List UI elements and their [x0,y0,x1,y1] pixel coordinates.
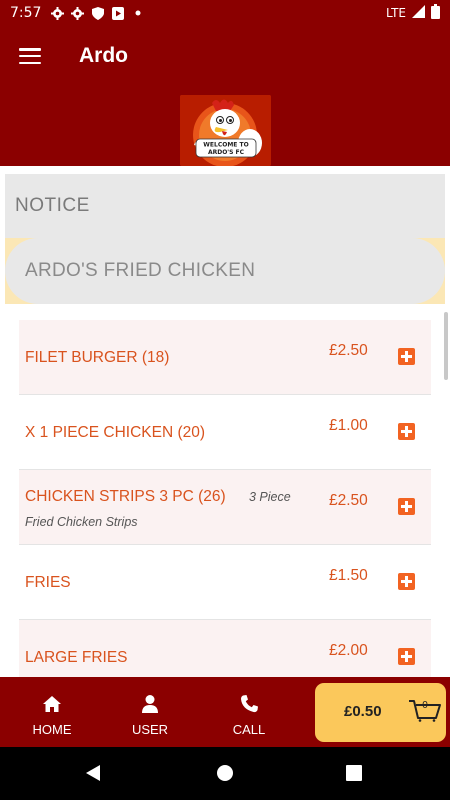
menu-item-description: Fried Chicken Strips [25,515,138,529]
logo-band: WELCOME TO ARDO'S FC [0,86,450,166]
menu-item-price: £2.50 [329,492,368,509]
hamburger-menu-button[interactable] [0,26,60,86]
nav-home-label: HOME [32,722,72,737]
gear-icon [71,6,85,20]
notice-section: NOTICE [5,174,445,238]
cart-button[interactable]: £0.50 0 [315,683,446,742]
status-time: 7:57 [10,5,42,21]
add-to-cart-button[interactable] [398,498,415,515]
menu-item-price: £1.50 [329,567,368,584]
signal-icon [412,5,425,21]
recents-icon[interactable] [342,761,366,785]
cart-count: 0 [422,700,428,711]
menu-item-name: FILET BURGER (18) [25,349,170,366]
app-title: Ardo [79,44,128,67]
banner-pill: ARDO'S FRIED CHICKEN [5,238,445,304]
hamburger-menu-icon [19,48,41,64]
system-nav-bar [0,747,450,800]
add-to-cart-button[interactable] [398,648,415,665]
home-icon [42,694,62,714]
phone-icon [239,694,259,714]
add-to-cart-button[interactable] [398,348,415,365]
battery-icon [431,4,440,22]
menu-item-name: X 1 PIECE CHICKEN (20) [25,424,206,441]
menu-item-name: CHICKEN STRIPS 3 PC (26) [25,488,226,505]
nav-user[interactable]: USER [110,677,190,747]
banner-text: ARDO'S FRIED CHICKEN [25,260,256,281]
add-to-cart-button[interactable] [398,573,415,590]
nav-home[interactable]: HOME [12,677,92,747]
menu-item-name: LARGE FRIES [25,649,128,666]
menu-item-quantity: 3 Piece [249,490,291,504]
menu-item[interactable]: X 1 PIECE CHICKEN (20) £1.00 [19,395,431,470]
network-type: LTE [386,6,406,20]
restaurant-banner: ARDO'S FRIED CHICKEN [5,238,445,304]
nav-user-label: USER [131,722,169,737]
app-bar: Ardo [0,26,450,86]
menu-item-price: £1.00 [329,417,368,434]
nav-call-label: CALL [232,722,266,737]
user-icon [140,694,160,714]
menu-item-name: FRIES [25,574,71,591]
menu-item[interactable]: CHICKEN STRIPS 3 PC (26) 3 Piece Fried C… [19,470,431,545]
home-circle-icon[interactable] [213,761,237,785]
play-protect-icon [111,6,124,20]
menu-list: FILET BURGER (18) £2.50 X 1 PIECE CHICKE… [19,320,431,695]
menu-item[interactable]: FILET BURGER (18) £2.50 [19,320,431,395]
gear-icon [51,6,65,20]
shield-icon [91,6,104,20]
menu-item[interactable]: FRIES £1.50 [19,545,431,620]
logo-text-line1: WELCOME TO [203,142,248,149]
scrollbar-thumb[interactable] [444,312,448,380]
restaurant-logo: WELCOME TO ARDO'S FC [180,95,271,166]
cart-total: £0.50 [344,703,382,720]
logo-text-line2: ARDO'S FC [208,149,245,156]
status-bar: 7:57 LTE [0,0,450,26]
notice-title: NOTICE [15,195,90,216]
nav-call[interactable]: CALL [209,677,289,747]
menu-item-price: £2.50 [329,342,368,359]
menu-item-price: £2.00 [329,642,368,659]
back-icon[interactable] [82,761,106,785]
dot-icon [131,7,144,20]
add-to-cart-button[interactable] [398,423,415,440]
